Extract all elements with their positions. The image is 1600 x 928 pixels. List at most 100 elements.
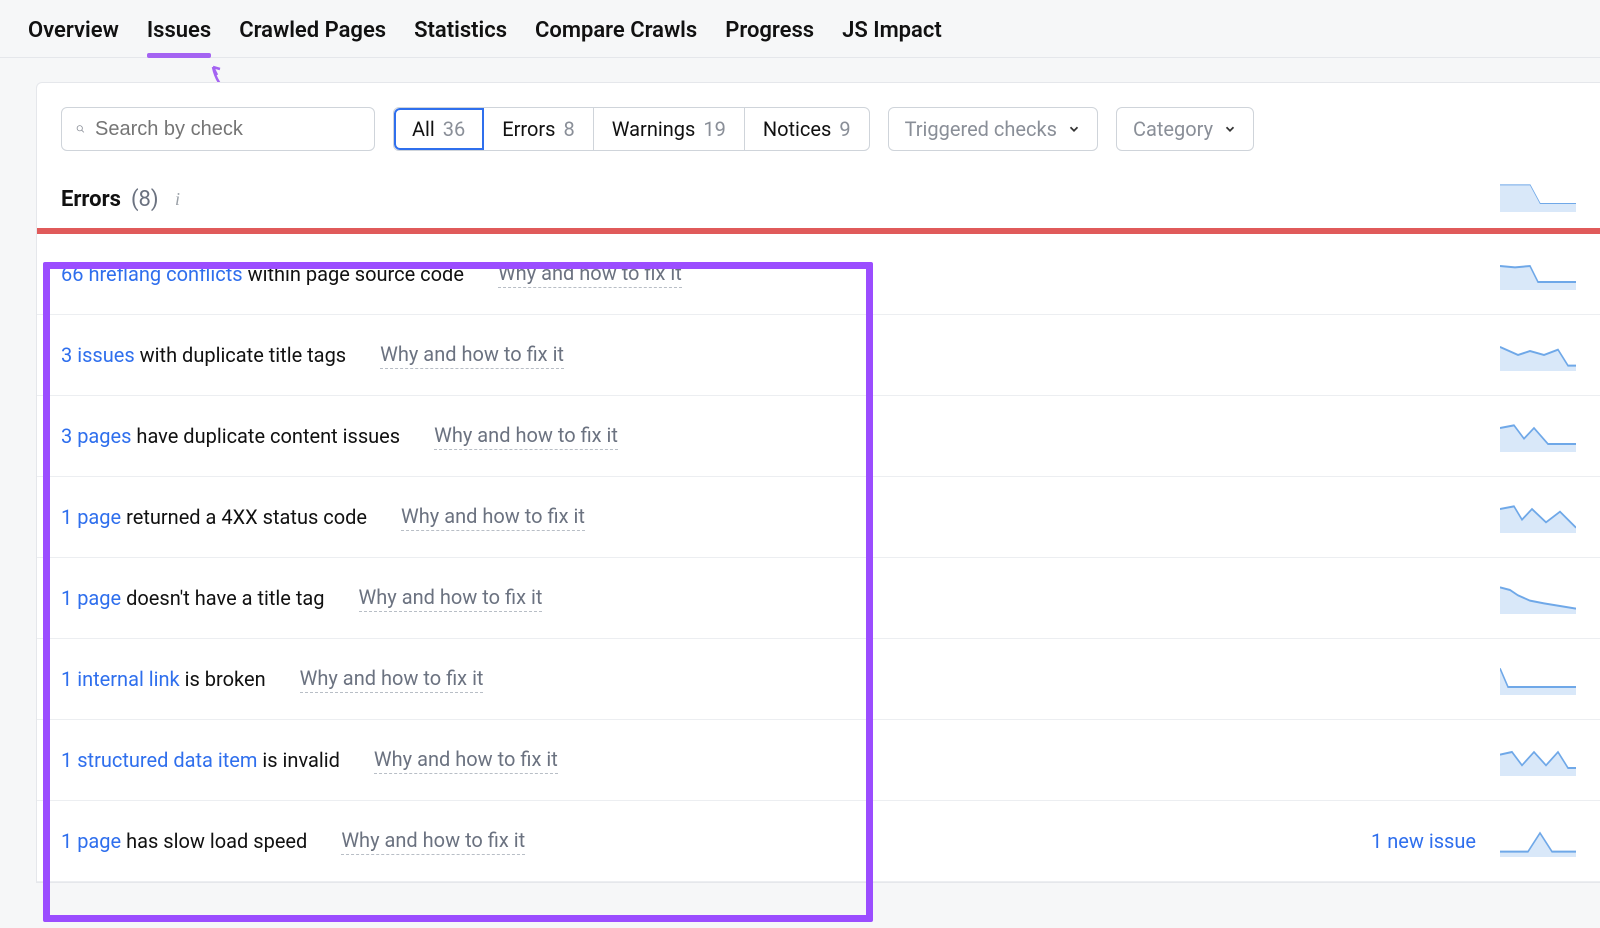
filter-all[interactable]: All 36	[394, 108, 484, 150]
why-and-how-link[interactable]: Why and how to fix it	[498, 261, 682, 288]
issue-row-left: 1 page doesn't have a title tag Why and h…	[61, 585, 542, 612]
why-and-how-link[interactable]: Why and how to fix it	[300, 666, 484, 693]
errors-count: (8)	[131, 187, 159, 212]
issue-row: 1 structured data item is invalid Why and…	[37, 720, 1600, 801]
why-and-how-link[interactable]: Why and how to fix it	[359, 585, 543, 612]
filter-errors[interactable]: Errors 8	[484, 108, 593, 150]
why-and-how-link[interactable]: Why and how to fix it	[341, 828, 525, 855]
issue-description: within page source code	[243, 262, 464, 286]
issue-link[interactable]: 1 page	[61, 829, 121, 853]
issue-link[interactable]: 1 internal link	[61, 667, 180, 691]
triggered-checks-dropdown[interactable]: Triggered checks	[888, 107, 1098, 151]
issue-row-right	[1500, 582, 1576, 614]
why-and-how-link[interactable]: Why and how to fix it	[374, 747, 558, 774]
issue-row-right	[1500, 258, 1576, 290]
filter-notices-count: 9	[839, 117, 850, 141]
issue-row-left: 3 pages have duplicate content issues Why…	[61, 423, 618, 450]
category-dropdown[interactable]: Category	[1116, 107, 1254, 151]
issue-text: 1 page returned a 4XX status code	[61, 505, 367, 529]
filter-all-label: All	[412, 117, 435, 141]
issue-description: is broken	[180, 667, 266, 691]
errors-title: Errors	[61, 187, 121, 212]
issue-row-right	[1500, 663, 1576, 695]
tab-js-impact[interactable]: JS Impact	[842, 18, 942, 57]
sparkline	[1500, 744, 1576, 776]
issue-text: 1 structured data item is invalid	[61, 748, 340, 772]
search-icon	[76, 120, 85, 138]
issue-link[interactable]: 66 hreflang conflicts	[61, 262, 243, 286]
issue-link[interactable]: 1 page	[61, 586, 121, 610]
toolbar: All 36 Errors 8 Warnings 19 Notices 9 Tr…	[37, 107, 1600, 151]
issue-row-left: 1 page has slow load speed Why and how to…	[61, 828, 525, 855]
category-label: Category	[1133, 117, 1213, 141]
issue-row: 3 issues with duplicate title tags Why an…	[37, 315, 1600, 396]
issue-description: doesn't have a title tag	[121, 586, 324, 610]
sparkline	[1500, 180, 1576, 212]
filter-warnings[interactable]: Warnings 19	[594, 108, 745, 150]
triggered-checks-label: Triggered checks	[905, 117, 1057, 141]
info-icon[interactable]: i	[169, 189, 187, 210]
sparkline	[1500, 339, 1576, 371]
issue-link[interactable]: 1 page	[61, 505, 121, 529]
search-input-wrap[interactable]	[61, 107, 375, 151]
issue-text: 3 issues with duplicate title tags	[61, 343, 346, 367]
issue-row: 1 page has slow load speed Why and how to…	[37, 801, 1600, 882]
issue-row: 66 hreflang conflicts within page source…	[37, 234, 1600, 315]
filter-errors-count: 8	[564, 117, 575, 141]
issue-row: 1 page doesn't have a title tag Why and h…	[37, 558, 1600, 639]
sparkline	[1500, 582, 1576, 614]
issue-text: 1 page has slow load speed	[61, 829, 307, 853]
tab-crawled-pages[interactable]: Crawled Pages	[239, 18, 386, 57]
tab-issues[interactable]: Issues	[147, 18, 211, 57]
why-and-how-link[interactable]: Why and how to fix it	[434, 423, 618, 450]
issue-description: is invalid	[257, 748, 339, 772]
why-and-how-link[interactable]: Why and how to fix it	[380, 342, 564, 369]
issue-row-left: 66 hreflang conflicts within page source…	[61, 261, 682, 288]
chevron-down-icon	[1223, 122, 1237, 136]
issue-row-right	[1500, 339, 1576, 371]
errors-list: 66 hreflang conflicts within page source…	[37, 234, 1600, 882]
chevron-down-icon	[1067, 122, 1081, 136]
issue-text: 66 hreflang conflicts within page source…	[61, 262, 464, 286]
issues-panel: All 36 Errors 8 Warnings 19 Notices 9 Tr…	[36, 82, 1600, 883]
issue-description: returned a 4XX status code	[121, 505, 367, 529]
filter-warnings-count: 19	[703, 117, 725, 141]
issue-row: 1 page returned a 4XX status code Why and…	[37, 477, 1600, 558]
issue-row-left: 1 page returned a 4XX status code Why and…	[61, 504, 585, 531]
tab-progress[interactable]: Progress	[725, 18, 814, 57]
issue-description: with duplicate title tags	[135, 343, 346, 367]
issue-link[interactable]: 1 structured data item	[61, 748, 257, 772]
sparkline	[1500, 663, 1576, 695]
filter-notices[interactable]: Notices 9	[745, 108, 869, 150]
issue-row-right: 1 new issue	[1371, 825, 1576, 857]
issue-text: 1 internal link is broken	[61, 667, 266, 691]
issue-link[interactable]: 3 issues	[61, 343, 135, 367]
issue-row-left: 1 internal link is broken Why and how to …	[61, 666, 483, 693]
issue-link[interactable]: 3 pages	[61, 424, 131, 448]
filter-notices-label: Notices	[763, 117, 831, 141]
search-input[interactable]	[95, 118, 360, 141]
issue-row: 1 internal link is broken Why and how to …	[37, 639, 1600, 720]
sparkline	[1500, 825, 1576, 857]
errors-section-head: Errors (8) i	[37, 151, 211, 228]
filter-warnings-label: Warnings	[612, 117, 696, 141]
filter-all-count: 36	[443, 117, 465, 141]
sparkline	[1500, 258, 1576, 290]
tab-overview[interactable]: Overview	[28, 18, 119, 57]
issue-row-left: 1 structured data item is invalid Why and…	[61, 747, 558, 774]
why-and-how-link[interactable]: Why and how to fix it	[401, 504, 585, 531]
issue-text: 3 pages have duplicate content issues	[61, 424, 400, 448]
issue-row-right	[1500, 744, 1576, 776]
issue-type-filter: All 36 Errors 8 Warnings 19 Notices 9	[393, 107, 870, 151]
tab-statistics[interactable]: Statistics	[414, 18, 507, 57]
tab-compare-crawls[interactable]: Compare Crawls	[535, 18, 697, 57]
sparkline	[1500, 501, 1576, 533]
filter-errors-label: Errors	[502, 117, 555, 141]
issue-description: has slow load speed	[121, 829, 307, 853]
issue-row-right	[1500, 420, 1576, 452]
issue-text: 1 page doesn't have a title tag	[61, 586, 325, 610]
issue-row: 3 pages have duplicate content issues Why…	[37, 396, 1600, 477]
top-tabs: Overview Issues Crawled Pages Statistics…	[0, 0, 1600, 58]
new-issue-link[interactable]: 1 new issue	[1371, 829, 1476, 853]
issue-row-right	[1500, 501, 1576, 533]
